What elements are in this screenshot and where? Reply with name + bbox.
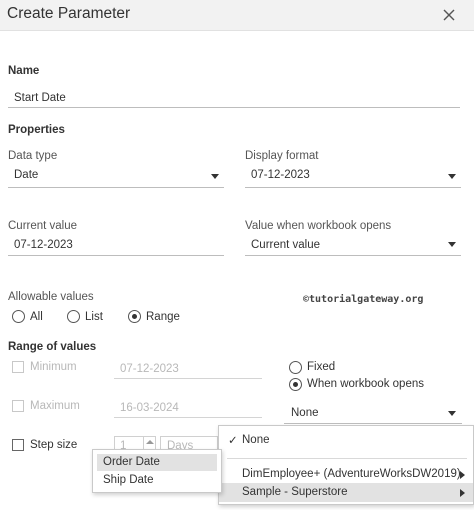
- chevron-down-icon: [448, 411, 456, 416]
- radio-list-label: List: [85, 311, 103, 323]
- close-icon[interactable]: [440, 6, 458, 24]
- when-opens-dropdown[interactable]: None: [284, 402, 462, 424]
- step-size-label: Step size: [30, 439, 78, 451]
- field-menu-item-order-date[interactable]: Order Date: [97, 454, 217, 471]
- minimum-checkbox[interactable]: [12, 361, 24, 373]
- step-size-checkbox[interactable]: [12, 439, 24, 451]
- display-format-label: Display format: [245, 150, 319, 162]
- data-type-value: Date: [14, 169, 39, 181]
- workbook-opens-value: Current value: [251, 239, 321, 251]
- maximum-checkbox[interactable]: [12, 400, 24, 412]
- properties-section-label: Properties: [8, 124, 65, 136]
- field-menu: Order Date Ship Date: [92, 449, 222, 493]
- maximum-label: Maximum: [30, 400, 80, 412]
- minimum-label: Minimum: [30, 361, 77, 373]
- menu-item-dimemployee-label: DimEmployee+ (AdventureWorksDW2019): [242, 468, 461, 480]
- radio-all[interactable]: [12, 310, 25, 323]
- radio-all-label: All: [30, 311, 43, 323]
- menu-item-superstore[interactable]: Sample - Superstore: [219, 483, 473, 502]
- radio-fixed[interactable]: [289, 361, 302, 374]
- workbook-opens-label: Value when workbook opens: [245, 220, 392, 232]
- dialog-title: Create Parameter: [7, 5, 131, 22]
- minimum-underline: [114, 378, 262, 379]
- when-opens-dropdown-value: None: [291, 407, 319, 419]
- field-menu-item-ship-date[interactable]: Ship Date: [97, 472, 217, 489]
- data-type-underline: [8, 187, 224, 188]
- chevron-right-icon: [460, 471, 465, 479]
- field-menu-item-order-date-label: Order Date: [103, 456, 160, 468]
- data-type-label: Data type: [8, 150, 58, 162]
- workbook-opens-underline: [245, 255, 461, 256]
- check-icon: ✓: [228, 435, 238, 447]
- allowable-values-label: Allowable values: [8, 291, 94, 303]
- maximum-underline: [114, 417, 262, 418]
- menu-item-dimemployee[interactable]: DimEmployee+ (AdventureWorksDW2019): [219, 465, 473, 484]
- current-value-label: Current value: [8, 220, 78, 232]
- range-section-label: Range of values: [8, 341, 97, 353]
- source-menu: ✓ None DimEmployee+ (AdventureWorksDW201…: [218, 425, 474, 505]
- name-input-underline: [8, 107, 460, 108]
- current-value-input[interactable]: 07-12-2023: [14, 239, 73, 251]
- minimum-input[interactable]: 07-12-2023: [120, 363, 179, 375]
- radio-range[interactable]: [128, 310, 141, 323]
- name-input[interactable]: Start Date: [14, 92, 66, 104]
- display-format-value: 07-12-2023: [251, 169, 310, 181]
- menu-separator: [227, 458, 467, 459]
- display-format-underline: [245, 187, 461, 188]
- field-menu-item-ship-date-label: Ship Date: [103, 474, 154, 486]
- maximum-input[interactable]: 16-03-2024: [120, 402, 179, 414]
- radio-fixed-label: Fixed: [307, 361, 336, 373]
- chevron-down-icon: [448, 242, 456, 247]
- chevron-down-icon: [448, 174, 456, 179]
- menu-item-none-label: None: [242, 434, 270, 446]
- chevron-down-icon: [211, 174, 219, 179]
- chevron-up-icon: [146, 440, 154, 444]
- radio-when-workbook-opens[interactable]: [289, 378, 302, 391]
- menu-item-superstore-label: Sample - Superstore: [242, 486, 348, 498]
- menu-item-none[interactable]: ✓ None: [219, 429, 473, 451]
- display-format-dropdown[interactable]: 07-12-2023: [245, 164, 461, 188]
- when-opens-underline: [284, 423, 462, 424]
- chevron-right-icon: [460, 489, 465, 497]
- radio-list[interactable]: [67, 310, 80, 323]
- watermark: ©tutorialgateway.org: [303, 294, 424, 305]
- name-section-label: Name: [8, 65, 40, 77]
- radio-when-workbook-opens-label: When workbook opens: [307, 378, 424, 390]
- current-value-underline: [8, 255, 224, 256]
- radio-range-label: Range: [146, 311, 180, 323]
- data-type-dropdown[interactable]: Date: [8, 164, 224, 188]
